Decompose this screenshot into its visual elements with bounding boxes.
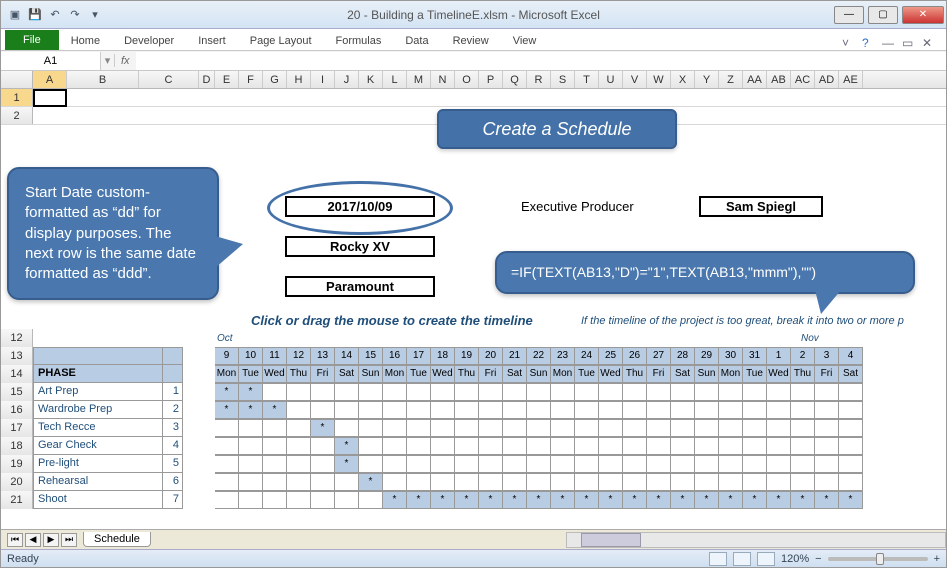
minimize-ribbon-icon[interactable]: ˅	[842, 36, 856, 50]
window-title: 20 - Building a TimelineE.xlsm - Microso…	[347, 8, 600, 22]
qat-dropdown-icon[interactable]: ▾	[87, 7, 103, 23]
timeline-row-headers: 12 13 14 15 16 17 18 19 20 21	[1, 329, 33, 509]
callout-formula-text: =IF(TEXT(AB13,"D")="1",TEXT(AB13,"mmm"),…	[511, 264, 816, 280]
excel-icon: ▣	[7, 7, 23, 23]
name-box[interactable]: A1	[1, 52, 101, 70]
undo-icon[interactable]: ↶	[47, 7, 63, 23]
maximize-button[interactable]: ▢	[868, 6, 898, 24]
column-headers: A B C D E F G H I J K L M N O P Q R S T …	[1, 71, 946, 89]
formula-input[interactable]	[136, 52, 946, 70]
zoom-out-icon[interactable]: −	[815, 553, 821, 565]
tab-formulas[interactable]: Formulas	[324, 32, 394, 50]
sheet-tab-schedule[interactable]: Schedule	[83, 532, 151, 547]
studio-box[interactable]: Paramount	[285, 276, 435, 297]
window-buttons: — ▢ ✕	[832, 3, 946, 27]
exec-producer-box[interactable]: Sam Spiegl	[699, 196, 823, 217]
col-A[interactable]: A	[33, 71, 67, 88]
col-D[interactable]: D	[199, 71, 215, 88]
callout-date-format: Start Date custom-formatted as “dd” for …	[7, 167, 219, 300]
tab-data[interactable]: Data	[393, 32, 440, 50]
zoom-level[interactable]: 120%	[781, 553, 809, 565]
tab-insert[interactable]: Insert	[186, 32, 238, 50]
ribbon: File Home Developer Insert Page Layout F…	[1, 29, 946, 51]
instruction-note: If the timeline of the project is too gr…	[581, 315, 904, 327]
minimize-button[interactable]: —	[834, 6, 864, 24]
view-pagebreak-icon[interactable]	[757, 552, 775, 566]
schedule-banner: Create a Schedule	[437, 109, 677, 149]
close-button[interactable]: ✕	[902, 6, 944, 24]
name-box-dropdown-icon[interactable]: ▾	[101, 54, 115, 67]
quick-access-toolbar: ▣ 💾 ↶ ↷ ▾	[1, 7, 109, 23]
view-normal-icon[interactable]	[709, 552, 727, 566]
help-icon[interactable]: ?	[862, 36, 876, 50]
horizontal-scrollbar[interactable]	[566, 532, 946, 548]
month-oct: Oct	[217, 333, 233, 344]
workbook-min-icon[interactable]: —	[882, 36, 896, 50]
exec-producer-label: Executive Producer	[521, 199, 634, 214]
sheet-nav-next-icon[interactable]: ▶	[43, 533, 59, 547]
month-nov: Nov	[801, 333, 819, 344]
col-C[interactable]: C	[139, 71, 199, 88]
start-date-box[interactable]: 2017/10/09	[285, 196, 435, 217]
save-icon[interactable]: 💾	[27, 7, 43, 23]
status-text: Ready	[7, 553, 39, 565]
sheet-tab-bar: ⏮ ◀ ▶ ⏭ Schedule	[1, 529, 946, 549]
zoom-slider[interactable]	[828, 557, 928, 561]
sheet-nav-first-icon[interactable]: ⏮	[7, 533, 23, 547]
zoom-in-icon[interactable]: +	[934, 553, 940, 565]
row-1[interactable]: 1	[1, 89, 33, 106]
tab-review[interactable]: Review	[441, 32, 501, 50]
formula-bar: A1 ▾ fx	[1, 51, 946, 71]
row-2[interactable]: 2	[1, 107, 33, 124]
view-layout-icon[interactable]	[733, 552, 751, 566]
worksheet-grid[interactable]: A B C D E F G H I J K L M N O P Q R S T …	[1, 71, 946, 541]
tab-file[interactable]: File	[5, 30, 59, 50]
callout-formula: =IF(TEXT(AB13,"D")="1",TEXT(AB13,"mmm"),…	[495, 251, 915, 294]
tab-page-layout[interactable]: Page Layout	[238, 32, 324, 50]
col-B[interactable]: B	[67, 71, 139, 88]
tab-developer[interactable]: Developer	[112, 32, 186, 50]
select-all-corner[interactable]	[1, 71, 33, 88]
sheet-nav-prev-icon[interactable]: ◀	[25, 533, 41, 547]
sheet-nav-last-icon[interactable]: ⏭	[61, 533, 77, 547]
tab-view[interactable]: View	[501, 32, 549, 50]
callout-date-format-text: Start Date custom-formatted as “dd” for …	[25, 184, 196, 282]
tab-home[interactable]: Home	[59, 32, 112, 50]
redo-icon[interactable]: ↷	[67, 7, 83, 23]
fx-icon[interactable]: fx	[115, 55, 136, 67]
timeline-grid: 9101112131415161718192021222324252627282…	[33, 347, 946, 509]
title-box[interactable]: Rocky XV	[285, 236, 435, 257]
instruction-main: Click or drag the mouse to create the ti…	[251, 313, 533, 328]
workbook-restore-icon[interactable]: ▭	[902, 36, 916, 50]
status-bar: Ready 120% − +	[1, 549, 946, 567]
titlebar: ▣ 💾 ↶ ↷ ▾ 20 - Building a TimelineE.xlsm…	[1, 1, 946, 29]
workbook-close-icon[interactable]: ✕	[922, 36, 936, 50]
